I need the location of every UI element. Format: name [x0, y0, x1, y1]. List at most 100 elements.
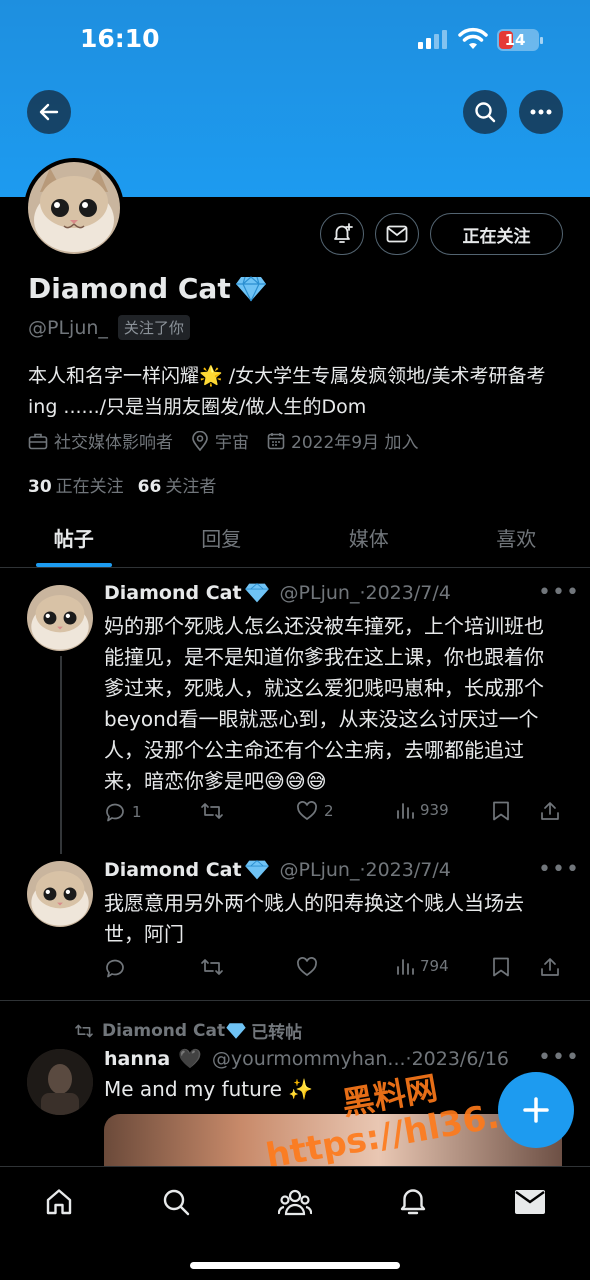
following-count-link[interactable]: 30 正在关注	[28, 472, 124, 497]
diamond-icon	[244, 582, 269, 603]
post-more-button[interactable]: •••	[538, 857, 580, 882]
retweet-button[interactable]	[200, 957, 224, 977]
like-button[interactable]: 2	[296, 801, 334, 821]
post-actions: 1 2 939	[104, 801, 564, 831]
mail-icon	[386, 225, 408, 243]
back-arrow-icon	[39, 103, 59, 121]
compose-plus-icon	[523, 1097, 549, 1123]
profile-handle: @PLjun_	[28, 316, 108, 339]
status-time: 16:10	[80, 24, 160, 53]
profile-joined: 2022年9月 加入	[291, 433, 419, 453]
search-icon	[475, 102, 496, 123]
following-button[interactable]: 正在关注	[430, 213, 563, 255]
location-pin-icon	[192, 430, 208, 451]
share-icon	[541, 958, 559, 976]
post-author-name[interactable]: Diamond Cat	[104, 859, 270, 881]
communities-icon	[278, 1189, 312, 1216]
like-icon	[297, 957, 317, 977]
follows-you-badge: 关注了你	[117, 315, 190, 340]
profile-bio: 本人和名字一样闪耀🌟 /女大学生专属发疯领地/美术考研备考ing ....../…	[28, 365, 546, 418]
profile-name: Diamond Cat	[28, 272, 267, 305]
battery-indicator: 14	[497, 29, 543, 51]
explore-search-icon	[163, 1189, 190, 1216]
nav-communities[interactable]	[278, 1185, 312, 1219]
compose-button[interactable]	[498, 1072, 574, 1148]
bookmark-icon	[493, 957, 509, 977]
share-button[interactable]	[540, 801, 560, 821]
nav-notifications[interactable]	[396, 1185, 430, 1219]
back-button[interactable]	[27, 90, 71, 134]
tab-posts[interactable]: 帖子	[0, 508, 148, 567]
post-divider	[0, 1000, 590, 1001]
profile-category: 社交媒体影响者	[54, 433, 173, 453]
nav-home[interactable]	[42, 1185, 76, 1219]
post-actions: 794	[104, 957, 564, 987]
more-options-button[interactable]	[519, 90, 563, 134]
retweet-context: Diamond Cat 已转帖	[74, 1018, 302, 1043]
calendar-icon	[267, 432, 285, 449]
post-avatar[interactable]	[27, 1049, 93, 1115]
nav-messages[interactable]	[513, 1185, 547, 1219]
profile-tabs: 帖子 回复 媒体 喜欢	[0, 508, 590, 568]
black-heart-icon: 🖤	[178, 1048, 202, 1070]
retweeted-by-name[interactable]: Diamond Cat	[102, 1021, 225, 1041]
post-avatar[interactable]	[27, 585, 93, 651]
views-button[interactable]: 794	[396, 957, 449, 975]
message-button[interactable]	[375, 213, 419, 255]
reply-button[interactable]: 1	[104, 801, 142, 823]
battery-level: 14	[504, 31, 526, 49]
post-header: Diamond Cat @PLjun_·2023/7/4	[104, 582, 451, 604]
bookmark-icon	[493, 801, 509, 821]
followers-count-link[interactable]: 66 关注者	[138, 472, 217, 497]
post-text: 妈的那个死贱人怎么还没被车撞死，上个培训班也能撞见，是不是知道你爹我在这上课，你…	[104, 614, 544, 793]
post-text: 我愿意用另外两个贱人的阳寿换这个贱人当场去世，阿门	[104, 891, 524, 946]
tab-media[interactable]: 媒体	[295, 508, 443, 567]
views-icon	[397, 959, 414, 975]
post-avatar[interactable]	[27, 861, 93, 927]
thread-line	[60, 656, 62, 854]
briefcase-icon	[28, 433, 48, 449]
retweet-icon	[201, 959, 223, 975]
home-indicator	[190, 1262, 400, 1269]
share-button[interactable]	[540, 957, 560, 977]
profile-name-text: Diamond Cat	[28, 272, 231, 305]
reply-icon	[106, 803, 124, 822]
profile-location: 宇宙	[215, 433, 249, 453]
nav-explore[interactable]	[159, 1185, 193, 1219]
post-author-name[interactable]: Diamond Cat	[104, 582, 270, 604]
wifi-icon	[458, 27, 488, 49]
like-icon	[297, 801, 317, 821]
retweet-icon	[75, 1024, 93, 1037]
cellular-signal-icon	[418, 30, 447, 49]
search-button[interactable]	[463, 90, 507, 134]
post-more-button[interactable]: •••	[538, 1045, 580, 1070]
post-handle-date: @PLjun_·2023/7/4	[279, 859, 451, 881]
messages-icon	[515, 1190, 545, 1214]
reply-button[interactable]	[104, 957, 126, 979]
post-handle-date: @PLjun_·2023/7/4	[279, 582, 451, 604]
tab-replies[interactable]: 回复	[148, 508, 296, 567]
diamond-icon	[226, 1022, 246, 1039]
follow-counts: 30 正在关注 66 关注者	[28, 472, 216, 497]
profile-meta: 社交媒体影响者 宇宙 2022年9月 加入	[28, 428, 430, 453]
diamond-icon	[244, 859, 269, 880]
like-button[interactable]	[296, 957, 318, 977]
bookmark-button[interactable]	[492, 957, 510, 977]
post-more-button[interactable]: •••	[538, 580, 580, 605]
retweet-button[interactable]	[200, 801, 224, 821]
notifications-toggle-button[interactable]	[320, 213, 364, 255]
diamond-icon	[235, 275, 266, 301]
profile-avatar[interactable]	[24, 158, 124, 258]
retweet-icon	[201, 803, 223, 819]
reply-icon	[106, 959, 124, 978]
retweeted-label: 已转帖	[251, 1023, 303, 1043]
notification-bell-plus-icon	[334, 223, 353, 243]
views-button[interactable]: 939	[396, 801, 449, 819]
share-icon	[541, 802, 559, 820]
post-header: Diamond Cat @PLjun_·2023/7/4	[104, 859, 451, 881]
tab-likes[interactable]: 喜欢	[443, 508, 590, 567]
views-icon	[397, 803, 414, 819]
bookmark-button[interactable]	[492, 801, 510, 821]
handle-row: @PLjun_ 关注了你	[28, 315, 190, 340]
post-author-name[interactable]: hanna 🖤	[104, 1047, 202, 1071]
